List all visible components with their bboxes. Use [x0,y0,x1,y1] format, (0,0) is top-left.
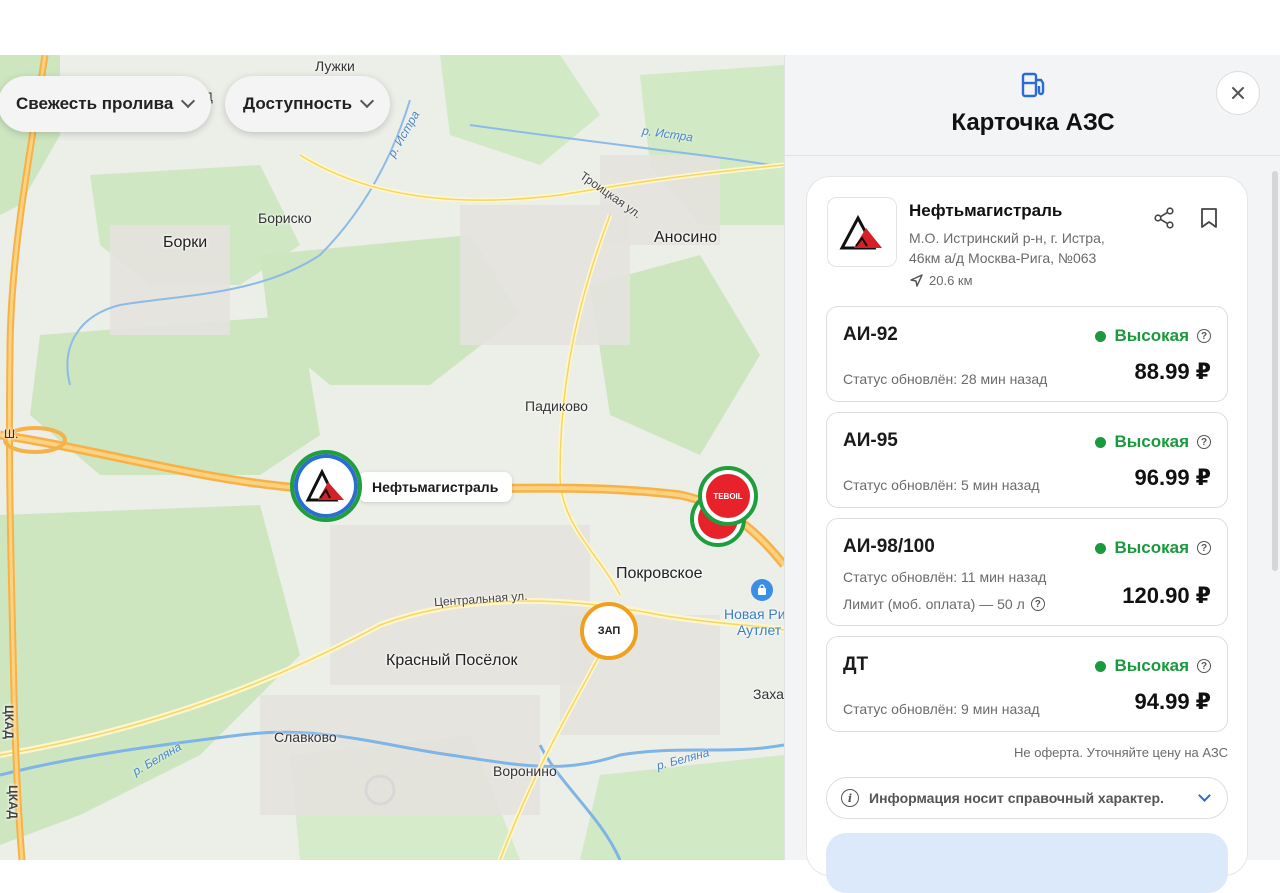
share-icon [1154,207,1174,229]
place-label: Аутлет [737,622,782,638]
chevron-down-icon [181,93,196,109]
station-address: М.О. Истринский р-н, г. Истра, 46км а/д … [909,230,1105,266]
fuel-price: 88.99 ₽ [1134,359,1211,384]
fuel-limit: Лимит (моб. оплата) — 50 л ? [843,596,1045,612]
place-label: Аносино [654,229,718,246]
place-label: Новая Ри [724,606,784,622]
info-text: Информация носит справочный характер. [869,790,1164,806]
place-label: Заха [753,686,784,702]
place-label: Борки [163,234,208,251]
limit-text: Лимит (моб. оплата) — 50 л [843,596,1025,612]
fuel-name: АИ-98/100 [843,536,935,557]
fuel-status: Высокая ? [1095,656,1211,676]
filter-label: Доступность [243,94,353,113]
selected-station-marker[interactable] [290,450,362,522]
status-dot-icon [1095,330,1107,342]
question-icon[interactable]: ? [1197,541,1211,555]
fuel-status: Высокая ? [1095,326,1211,346]
fuel-price: 120.90 ₽ [1122,583,1211,608]
chevron-down-icon [1198,789,1211,802]
teboil-station-marker[interactable]: TEBOIL [698,466,758,526]
top-bar [0,0,1280,55]
teboil-logo-icon: TEBOIL [706,474,750,518]
chevron-down-icon [360,93,375,109]
road-label: ЦКАД [1,705,16,739]
fuel-updated: Статус обновлён: 9 мин назад [843,701,1040,717]
status-text: Высокая [1114,326,1189,345]
selected-station-label[interactable]: Нефтьмагистраль [358,472,513,502]
fuel-row-ai92[interactable]: АИ-92 Высокая ? Статус обновлён: 28 мин … [826,306,1228,402]
map-base [0,55,784,860]
scrollbar[interactable] [1272,171,1278,571]
fuel-status: Высокая ? [1095,432,1211,452]
place-label: Славково [274,729,337,745]
distance-value: 20.6 км [929,273,973,288]
navigation-arrow-icon [910,274,923,287]
fuel-row-ai98[interactable]: АИ-98/100 Высокая ? Статус обновлён: 11 … [826,518,1228,626]
map[interactable]: Лужки ИД Бориско Борки Аносино Падиково … [0,55,784,860]
bag-icon [758,584,766,595]
panel-header: Карточка АЗС [785,55,1280,155]
status-text: Высокая [1114,432,1189,451]
header-divider [785,155,1280,156]
close-icon [1232,87,1244,99]
bookmark-icon [1201,208,1217,228]
primary-action-button[interactable] [826,833,1228,893]
place-label: Бориско [258,210,312,226]
place-label: Покровское [616,565,703,582]
station-logo [827,197,897,267]
question-icon[interactable]: ? [1197,435,1211,449]
station-name: Нефтьмагистраль [909,201,1063,220]
station-card-panel: Карточка АЗС Нефтьмагистраль М.О. Истрин… [784,55,1280,893]
fuel-row-ai95[interactable]: АИ-95 Высокая ? Статус обновлён: 5 мин н… [826,412,1228,508]
bookmark-button[interactable] [1196,205,1222,231]
fuel-name: ДТ [843,654,869,675]
info-expander[interactable]: i Информация носит справочный характер. [826,777,1228,819]
price-disclaimer: Не оферта. Уточняйте цену на АЗС [1014,745,1228,760]
filter-label: Свежесть пролива [16,94,174,113]
road-label: ЦКАД [5,785,20,819]
place-label: Ш. [4,427,19,441]
place-label: Лужки [315,58,355,74]
place-label: Красный Посёлок [386,652,518,669]
fuel-price: 96.99 ₽ [1134,465,1211,490]
fuel-pump-icon [1021,72,1045,98]
question-icon[interactable]: ? [1197,659,1211,673]
status-dot-icon [1095,436,1107,448]
status-dot-icon [1095,660,1107,672]
fuel-updated: Статус обновлён: 5 мин назад [843,477,1040,493]
fuel-price: 94.99 ₽ [1134,689,1211,714]
close-button[interactable] [1216,71,1260,115]
fuel-name: АИ-92 [843,324,898,345]
share-button[interactable] [1151,205,1177,231]
shopping-bag-icon[interactable] [751,579,773,601]
filter-freshness-button[interactable]: Свежесть пролива [0,76,212,132]
fuel-row-dt[interactable]: ДТ Высокая ? Статус обновлён: 9 мин наза… [826,636,1228,732]
station-card: Нефтьмагистраль М.О. Истринский р-н, г. … [806,176,1248,893]
filter-availability-button[interactable]: Доступность [225,76,391,132]
question-icon[interactable]: ? [1197,329,1211,343]
place-label: Падиково [525,398,588,414]
station-distance: 20.6 км [909,273,973,288]
status-text: Высокая [1114,538,1189,557]
fuel-updated: Статус обновлён: 28 мин назад [843,371,1048,387]
status-dot-icon [1095,542,1107,554]
fuel-status: Высокая ? [1095,538,1211,558]
place-label: Воронино [493,763,557,779]
status-text: Высокая [1114,656,1189,675]
fuel-name: АИ-95 [843,430,898,451]
zap-station-marker[interactable]: ЗАП [580,602,638,660]
neftmagistral-logo-icon [305,468,344,502]
neftmagistral-logo-icon [839,214,882,250]
info-icon: i [841,789,859,807]
question-icon[interactable]: ? [1030,597,1045,611]
fuel-updated: Статус обновлён: 11 мин назад [843,569,1047,585]
panel-title: Карточка АЗС [951,109,1115,136]
